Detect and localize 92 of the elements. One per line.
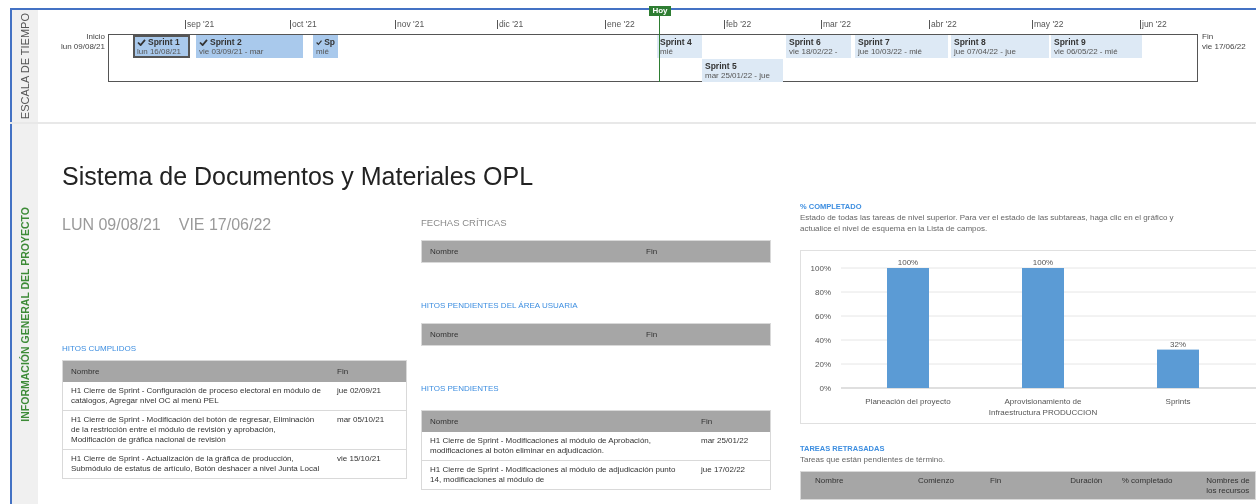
table-cell: H1 Cierre de Sprint - Modificación del botón de regresar, Eliminación de la restricción entre el módulo de revisión y aprobación, Modificación de gráfica nacional de revisión	[62, 410, 329, 450]
column-header: Fin	[976, 471, 1057, 500]
check-icon	[316, 38, 323, 46]
sprint-name: Sprint 6	[789, 37, 822, 47]
column-header: Nombre	[800, 471, 904, 500]
category-label: Planeación del proyecto	[865, 397, 951, 406]
sprint-name: Sprint 7	[858, 37, 891, 47]
column-header: Fin	[329, 360, 407, 382]
start-label: Inicio lun 09/08/21	[59, 32, 105, 52]
sprint-dates: mar 25/01/22 - jue	[705, 71, 771, 81]
axis-label: 40%	[815, 336, 831, 345]
sprint-name: Sprint 9	[1054, 37, 1087, 47]
table-cell: H1 Cierre de Sprint - Configuración de proceso electoral en módulo de catálogos, Agregar nivel OC al menú PEL	[62, 382, 329, 411]
value-label: 32%	[1170, 339, 1186, 349]
end-label: Fin vie 17/06/22	[1202, 32, 1246, 52]
sprint-dates: jue 10/03/22 - mié	[858, 47, 924, 57]
today-marker: Hoy	[649, 6, 671, 16]
month-label: abr '22	[929, 20, 957, 29]
sprint-bar[interactable]: Sprint 4 mié	[657, 35, 702, 58]
category-label: Sprints	[1165, 397, 1191, 406]
column-header: Nombre	[62, 360, 329, 382]
section-description: Estado de todas las tareas de nivel superior. Para ver el estado de las subtareas, haga clic en el gráfico y actualice el nivel de esquema en la Lista de campos.	[800, 212, 1175, 234]
end-date: VIE 17/06/22	[178, 216, 272, 234]
section-label: ESCALA DE TIEMPO	[19, 12, 31, 120]
section-description: Tareas que están pendientes de término.	[800, 454, 946, 465]
axis-label: 100%	[810, 264, 831, 273]
sprint-name: Sprint 8	[954, 37, 987, 47]
column-header: Nombres de los recursos	[1192, 471, 1256, 500]
sprint-name: Sp	[316, 37, 335, 47]
column-header: Nombre	[421, 323, 638, 346]
value-label: 100%	[897, 258, 919, 267]
month-label: oct '21	[290, 20, 317, 29]
check-icon	[137, 38, 146, 46]
sprint-name: Sprint 2	[199, 37, 300, 47]
table-cell: vie 15/10/21	[329, 449, 407, 479]
table-cell: H1 Cierre de Sprint - Modificaciones al módulo de Aprobación, modificaciones al botón eliminar en adjudicación.	[421, 432, 693, 461]
month-label: feb '22	[724, 20, 752, 29]
month-label: ene '22	[605, 20, 635, 29]
month-label: dic '21	[497, 20, 524, 29]
column-header: Nombre	[421, 240, 638, 263]
column-header: Fin	[693, 410, 771, 432]
sprint-bar[interactable]: Sp mié	[313, 35, 338, 58]
section-heading: FECHAS CRÍTICAS	[421, 218, 508, 228]
section-label: INFORMACIÓN GENERAL DEL PROYECTO	[19, 206, 31, 422]
table-cell: jue 17/02/22	[693, 460, 771, 490]
sprint-bar[interactable]: Sprint 5 mar 25/01/22 - jue	[702, 59, 783, 82]
column-header: Fin	[638, 323, 771, 346]
section-heading: HITOS PENDIENTES	[421, 384, 500, 394]
sprint-bar[interactable]: Sprint 9 vie 06/05/22 - mié	[1051, 35, 1142, 58]
sprint-dates: mié	[660, 47, 674, 57]
sprint-name: Sprint 4	[660, 37, 693, 47]
table-cell: mar 25/01/22	[693, 432, 771, 461]
table-cell: H1 Cierre de Sprint - Actualización de la gráfica de producción, Submódulo de estatus de artículo, Botón deshacer a nivel Junta Local	[62, 449, 329, 479]
month-label: may '22	[1032, 20, 1064, 29]
column-header: Comienzo	[903, 471, 976, 500]
sprint-bar[interactable]: Sprint 2 vie 03/09/21 - mar	[196, 35, 303, 58]
column-header: Duración	[1056, 471, 1108, 500]
sprint-name: Sprint 5	[705, 61, 738, 71]
month-label: mar '22	[821, 20, 852, 29]
sprint-dates: mié	[316, 47, 330, 57]
project-title: Sistema de Documentos y Materiales OPL	[62, 161, 535, 192]
sprint-dates: jue 07/04/22 - jue	[954, 47, 1017, 57]
month-label: nov '21	[395, 20, 425, 29]
value-label: 100%	[1032, 258, 1054, 267]
column-header: Fin	[638, 240, 771, 263]
sprint-bar[interactable]: Sprint 7 jue 10/03/22 - mié	[855, 35, 948, 58]
sprint-bar[interactable]: Sprint 8 jue 07/04/22 - jue	[951, 35, 1049, 58]
month-label: sep '21	[185, 20, 215, 29]
sprint-name: Sprint 1	[137, 37, 186, 47]
check-icon	[199, 38, 208, 46]
axis-label: 60%	[815, 312, 831, 321]
axis-label: 0%	[819, 384, 831, 393]
today-line	[659, 16, 660, 82]
sprint-dates: vie 06/05/22 - mié	[1054, 47, 1119, 57]
sprint-dates: vie 18/02/22 -	[789, 47, 839, 57]
category-label: Aprovisionamiento de Infraestructura PRODUCCION	[988, 397, 1098, 417]
axis-label: 20%	[815, 360, 831, 369]
table-cell: jue 02/09/21	[329, 382, 407, 411]
column-header: % completado	[1107, 471, 1193, 500]
sprint-bar[interactable]: Sprint 1 lun 16/08/21	[133, 35, 190, 58]
bar	[1157, 349, 1199, 388]
axis-label: 80%	[815, 288, 831, 297]
sprint-bar[interactable]: Sprint 6 vie 18/02/22 -	[786, 35, 851, 58]
sprint-dates: lun 16/08/21	[137, 47, 183, 56]
table-cell: mar 05/10/21	[329, 410, 407, 450]
month-label: jun '22	[1140, 20, 1167, 29]
start-date: LUN 09/08/21	[62, 216, 161, 234]
sprint-dates: vie 03/09/21 - mar	[199, 47, 265, 57]
section-heading: HITOS CUMPLIDOS	[62, 344, 138, 354]
section-heading: HITOS PENDIENTES DEL ÁREA USUARIA	[421, 301, 579, 311]
table-cell: H1 Cierre de Sprint - Modificaciones al módulo de adjudicación punto 14, modificaciones al módulo de	[421, 460, 693, 490]
column-header: Nombre	[421, 410, 693, 432]
